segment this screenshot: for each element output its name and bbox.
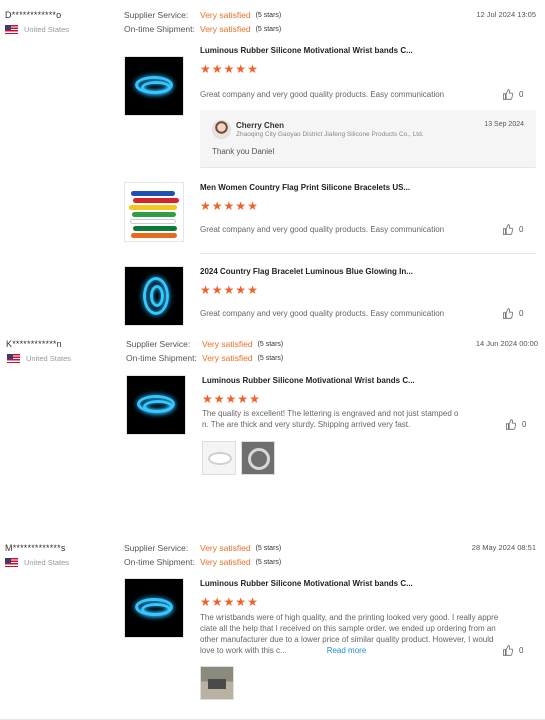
product-star-rating: ★ ★ ★ ★ ★	[200, 596, 259, 608]
review-card: D************o United States Supplier Se…	[0, 10, 545, 330]
review-text: The wristbands were of high quality, and…	[200, 613, 499, 655]
like-count: 0	[519, 646, 524, 655]
product-star-rating: ★ ★ ★ ★ ★	[200, 284, 259, 296]
review-text: Great company and very good quality prod…	[200, 225, 445, 234]
divider	[200, 167, 536, 168]
star-icon: ★	[223, 283, 235, 297]
product-thumbnail[interactable]	[124, 56, 184, 116]
reply-date: 13 Sep 2024	[484, 121, 524, 128]
star-icon: ★	[211, 199, 223, 213]
star-icon: ★	[200, 283, 211, 297]
reviewer-country: United States	[5, 25, 69, 34]
product-thumbnail[interactable]	[124, 266, 184, 326]
star-icon: ★	[200, 595, 211, 609]
star-icon: ★	[223, 595, 235, 609]
review-text: Great company and very good quality prod…	[200, 90, 445, 99]
reply-text: Thank you Daniel	[212, 147, 275, 156]
country-label: United States	[24, 558, 70, 567]
reviewer-name: M*************s	[5, 543, 66, 553]
product-thumbnail[interactable]	[124, 578, 184, 638]
country-label: United States	[26, 354, 72, 363]
star-icon: ★	[247, 595, 258, 609]
review-text: Great company and very good quality prod…	[200, 309, 445, 318]
like-button[interactable]: 0	[502, 645, 523, 656]
star-icon: ★	[200, 199, 211, 213]
star-icon: ★	[200, 62, 211, 76]
product-star-rating: ★ ★ ★ ★ ★	[202, 393, 261, 405]
reply-company: Zhaoqing City Gaoyao District Jiafeng Si…	[236, 131, 424, 138]
thumbs-up-icon	[502, 89, 513, 100]
product-title[interactable]: 2024 Country Flag Bracelet Luminous Blue…	[200, 267, 413, 276]
shipment-rating: On-time Shipment: Very satisfied (5 star…	[124, 24, 282, 34]
like-count: 0	[519, 225, 524, 234]
star-icon: ★	[249, 392, 260, 406]
reviewer-country: United States	[5, 558, 69, 567]
star-icon: ★	[235, 595, 247, 609]
product-star-rating: ★ ★ ★ ★ ★	[200, 200, 259, 212]
like-button[interactable]: 0	[502, 224, 523, 235]
star-icon: ★	[247, 283, 258, 297]
review-date: 14 Jun 2024 00:00	[475, 339, 538, 348]
star-icon: ★	[211, 595, 223, 609]
us-flag-icon	[5, 558, 18, 567]
supplier-service-rating: Supplier Service: Very satisfied (5 star…	[126, 339, 284, 349]
product-thumbnail[interactable]	[124, 182, 184, 242]
country-label: United States	[24, 25, 70, 34]
like-button[interactable]: 0	[505, 419, 526, 430]
star-icon: ★	[225, 392, 237, 406]
like-button[interactable]: 0	[502, 308, 523, 319]
reviewer-country: United States	[7, 354, 71, 363]
divider	[200, 253, 536, 254]
product-title[interactable]: Luminous Rubber Silicone Motivational Wr…	[200, 46, 413, 55]
star-icon: ★	[235, 283, 247, 297]
reviewer-name: D************o	[5, 10, 62, 20]
read-more-link[interactable]: Read more	[327, 646, 367, 655]
review-photo[interactable]	[202, 441, 236, 475]
us-flag-icon	[5, 25, 18, 34]
star-icon: ★	[235, 62, 247, 76]
review-photo[interactable]	[200, 666, 234, 700]
star-icon: ★	[223, 199, 235, 213]
like-count: 0	[519, 309, 524, 318]
product-title[interactable]: Men Women Country Flag Print Silicone Br…	[200, 183, 410, 192]
star-icon: ★	[235, 199, 247, 213]
product-title[interactable]: Luminous Rubber Silicone Motivational Wr…	[202, 376, 415, 385]
supplier-reply: Cherry Chen Zhaoqing City Gaoyao Distric…	[200, 110, 536, 167]
review-card: K************n United States Supplier Se…	[0, 339, 545, 499]
star-icon: ★	[247, 199, 258, 213]
thumbs-up-icon	[505, 419, 516, 430]
supplier-service-rating: Supplier Service: Very satisfied (5 star…	[124, 10, 282, 20]
review-photo[interactable]	[241, 441, 275, 475]
like-count: 0	[519, 90, 524, 99]
star-icon: ★	[211, 283, 223, 297]
reply-author: Cherry Chen	[236, 121, 285, 130]
star-icon: ★	[237, 392, 249, 406]
review-text: The quality is excellent! The lettering …	[202, 409, 459, 429]
thumbs-up-icon	[502, 308, 513, 319]
like-count: 0	[522, 420, 527, 429]
reviewer-name: K************n	[6, 339, 62, 349]
star-icon: ★	[211, 62, 223, 76]
review-card: M*************s United States Supplier S…	[0, 543, 545, 720]
review-date: 12 Jul 2024 13:05	[476, 10, 536, 19]
shipment-rating: On-time Shipment: Very satisfied (5 star…	[124, 557, 282, 567]
like-button[interactable]: 0	[502, 89, 523, 100]
product-title[interactable]: Luminous Rubber Silicone Motivational Wr…	[200, 579, 413, 588]
star-icon: ★	[213, 392, 225, 406]
star-icon: ★	[247, 62, 258, 76]
shipment-rating: On-time Shipment: Very satisfied (5 star…	[126, 353, 284, 363]
avatar	[212, 120, 231, 139]
review-date: 28 May 2024 08:51	[471, 543, 536, 552]
thumbs-up-icon	[502, 224, 513, 235]
star-icon: ★	[223, 62, 235, 76]
supplier-service-rating: Supplier Service: Very satisfied (5 star…	[124, 543, 282, 553]
us-flag-icon	[7, 354, 20, 363]
product-star-rating: ★ ★ ★ ★ ★	[200, 63, 259, 75]
star-icon: ★	[202, 392, 213, 406]
product-thumbnail[interactable]	[126, 375, 186, 435]
thumbs-up-icon	[502, 645, 513, 656]
